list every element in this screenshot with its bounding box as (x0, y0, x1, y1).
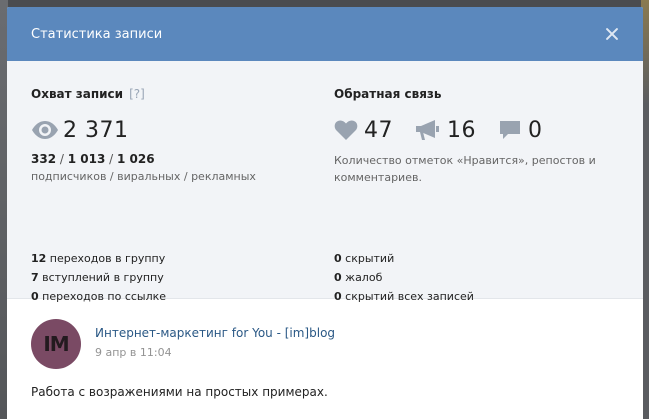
avatar[interactable]: IM (31, 319, 81, 369)
post-date[interactable]: 9 апр в 11:04 (95, 346, 335, 359)
feedback-title-text: Обратная связь (334, 87, 442, 101)
reposts-count: 16 (447, 117, 476, 143)
post-author-link[interactable]: Интернет-маркетинг for You - [im]blog (95, 326, 335, 340)
comments-count: 0 (528, 117, 543, 143)
feedback-section: Обратная связь 47 16 0 Количество отмето… (334, 87, 634, 186)
group-visits-count: 12 (31, 252, 47, 265)
stats-panel: Охват записи [?] 2 371 332 / 1 013 / 1 0… (7, 61, 643, 303)
likes-count: 47 (364, 117, 393, 143)
separator: / (105, 152, 117, 166)
list-item: 0 жалоб (334, 268, 474, 287)
post-text: Работа с возражениями на простых примера… (31, 385, 328, 399)
joins-count: 7 (31, 271, 39, 284)
reach-total: 2 371 (63, 117, 129, 143)
separator: / (56, 152, 68, 166)
reach-total-row: 2 371 (31, 116, 321, 144)
comments-metric: 0 (498, 118, 543, 143)
post-meta: Интернет-маркетинг for You - [im]blog 9 … (95, 326, 335, 359)
hidden-count: 0 (334, 252, 342, 265)
feedback-description: Количество отметок «Нравится», репостов … (334, 154, 596, 184)
list-item: 0 скрытий (334, 249, 474, 268)
reach-subscribers: 332 (31, 152, 57, 166)
heart-icon (334, 120, 358, 140)
modal-title: Статистика записи (31, 26, 163, 42)
eye-icon (32, 121, 58, 139)
joins-label: вступлений в группу (38, 271, 164, 284)
complaints-label: жалоб (341, 271, 383, 284)
megaphone-icon (416, 120, 439, 140)
group-visits-label: переходов в группу (46, 252, 166, 265)
post-header: IM Интернет-маркетинг for You - [im]blog… (31, 319, 619, 369)
reach-breakdown-label: подписчиков / виральных / рекламных (31, 170, 256, 183)
list-item: 12 переходов в группу (31, 249, 166, 268)
negative-list: 0 скрытий 0 жалоб 0 скрытий всех записей (334, 249, 474, 306)
reach-title-text: Охват записи (31, 87, 124, 101)
modal-header: Статистика записи (7, 7, 643, 61)
likes-metric: 47 (334, 118, 393, 143)
help-link[interactable]: [?] (129, 87, 145, 101)
list-item: 7 вступлений в группу (31, 268, 166, 287)
actions-list: 12 переходов в группу 7 вступлений в гру… (31, 249, 166, 306)
reach-title: Охват записи [?] (31, 87, 321, 101)
comment-icon (500, 121, 520, 139)
reach-section: Охват записи [?] 2 371 332 / 1 013 / 1 0… (31, 87, 321, 183)
hidden-label: скрытий (341, 252, 395, 265)
reach-ads: 1 026 (116, 152, 155, 166)
post-preview: IM Интернет-маркетинг for You - [im]blog… (7, 299, 643, 399)
post-stats-modal: Статистика записи Охват записи [?] 2 371… (7, 7, 643, 419)
reach-breakdown: 332 / 1 013 / 1 026 (31, 152, 321, 166)
reach-viral: 1 013 (67, 152, 106, 166)
close-icon[interactable] (601, 23, 623, 45)
complaints-count: 0 (334, 271, 342, 284)
feedback-title: Обратная связь (334, 87, 634, 101)
feedback-row: 47 16 0 (334, 116, 634, 144)
reposts-metric: 16 (415, 118, 476, 143)
